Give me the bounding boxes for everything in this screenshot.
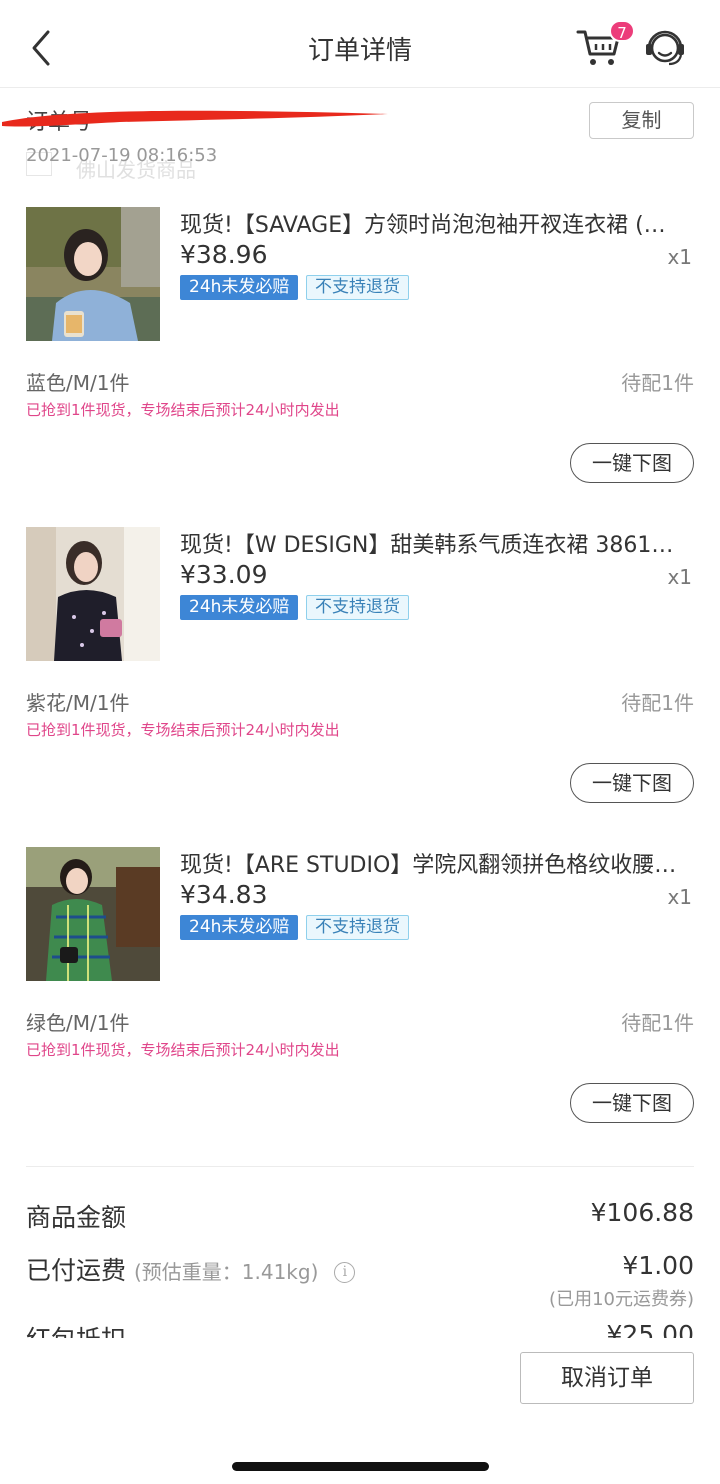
stock-notice: 已抢到1件现货，专场结束后预计24小时内发出 <box>26 401 340 419</box>
product-price: ¥33.09 <box>180 560 268 589</box>
info-icon[interactable]: i <box>334 1261 356 1283</box>
bottom-action-bar: 取消订单 <box>0 1338 720 1484</box>
shipping-coupon-note: (已用10元运费券) <box>549 1289 694 1310</box>
no-return-tag: 不支持退货 <box>306 275 409 300</box>
stock-notice: 已抢到1件现货，专场结束后预计24小时内发出 <box>26 721 340 739</box>
product-title[interactable]: 现货!【SAVAGE】方领时尚泡泡袖开衩连衣裙 (… <box>180 207 692 239</box>
product-quantity: x1 <box>667 885 692 909</box>
product-title[interactable]: 现货!【W DESIGN】甜美韩系气质连衣裙 3861… <box>180 527 692 559</box>
estimated-weight: (预估重量：1.41kg) <box>133 1260 319 1284</box>
goods-amount-label: 商品金额 <box>26 1203 127 1232</box>
stock-notice: 已抢到1件现货，专场结束后预计24小时内发出 <box>26 1041 340 1059</box>
red-packet-value: ¥25.00 <box>606 1320 694 1338</box>
product-quantity: x1 <box>667 565 692 589</box>
shipping-guarantee-tag: 24h未发必赔 <box>180 595 299 620</box>
shipping-fee-row: 已付运费 (预估重量：1.41kg) i <box>26 1251 356 1287</box>
product-spec: 蓝色/M/1件 <box>26 371 130 395</box>
no-return-tag: 不支持退货 <box>306 595 409 620</box>
allocation-status: 待配1件 <box>621 371 694 395</box>
order-time: 2021-07-19 08:16:53 <box>26 145 218 166</box>
redaction-mark <box>2 110 388 127</box>
product-image[interactable] <box>26 847 160 981</box>
product-title[interactable]: 现货!【ARE STUDIO】学院风翻领拼色格纹收腰… <box>180 847 692 879</box>
shipping-guarantee-tag: 24h未发必赔 <box>180 915 299 940</box>
section-divider <box>26 1166 694 1167</box>
red-packet-label: 红包抵扣 <box>26 1320 126 1338</box>
download-images-button[interactable]: 一键下图 <box>570 763 694 803</box>
shipping-fee-label: 已付运费 <box>26 1256 127 1285</box>
copy-order-number-button[interactable]: 复制 <box>589 102 694 139</box>
product-price: ¥34.83 <box>180 880 268 909</box>
top-nav-bar: 订单详情 7 <box>0 0 720 88</box>
allocation-status: 待配1件 <box>621 691 694 715</box>
shipping-fee-value: ¥1.00 <box>622 1251 694 1280</box>
order-item: 现货!【ARE STUDIO】学院风翻领拼色格纹收腰… ¥34.83 x1 24… <box>0 847 720 1147</box>
product-price: ¥38.96 <box>180 240 268 269</box>
order-item: 现货!【W DESIGN】甜美韩系气质连衣裙 3861… ¥33.09 x1 2… <box>0 527 720 827</box>
cancel-order-button[interactable]: 取消订单 <box>520 1352 694 1404</box>
no-return-tag: 不支持退货 <box>306 915 409 940</box>
product-image[interactable] <box>26 527 160 661</box>
customer-service-icon[interactable] <box>643 26 687 68</box>
product-quantity: x1 <box>667 245 692 269</box>
product-spec: 紫花/M/1件 <box>26 691 130 715</box>
red-packet-row: 红包抵扣 ¥25.00 <box>0 1318 720 1338</box>
product-spec: 绿色/M/1件 <box>26 1011 130 1035</box>
goods-amount-value: ¥106.88 <box>590 1198 694 1227</box>
download-images-button[interactable]: 一键下图 <box>570 443 694 483</box>
download-images-button[interactable]: 一键下图 <box>570 1083 694 1123</box>
home-indicator[interactable] <box>232 1462 489 1471</box>
cart-badge: 7 <box>609 20 635 42</box>
order-item: 现货!【SAVAGE】方领时尚泡泡袖开衩连衣裙 (… ¥38.96 x1 24h… <box>0 207 720 507</box>
product-image[interactable] <box>26 207 160 341</box>
allocation-status: 待配1件 <box>621 1011 694 1035</box>
shipping-guarantee-tag: 24h未发必赔 <box>180 275 299 300</box>
